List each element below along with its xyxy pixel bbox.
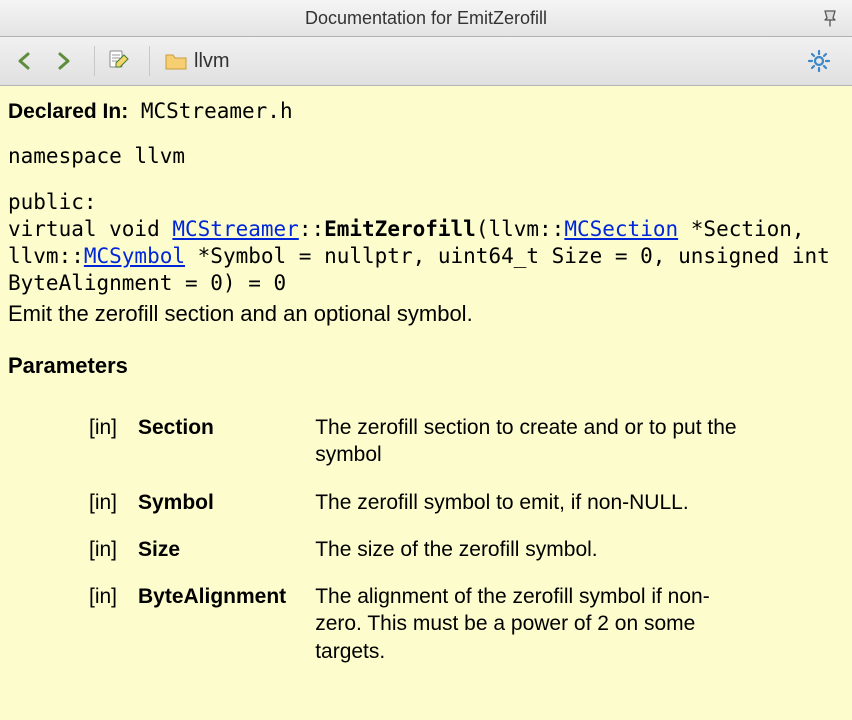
param-name: Size xyxy=(137,535,314,564)
folder-icon xyxy=(164,51,188,71)
param-name: Section xyxy=(137,413,314,470)
arrow-right-icon xyxy=(52,50,74,72)
declared-in: Declared In: MCStreamer.h xyxy=(8,98,844,125)
sig-method: EmitZerofill xyxy=(324,217,476,241)
arrow-left-icon xyxy=(14,50,36,72)
settings-button[interactable] xyxy=(804,46,834,76)
method-description: Emit the zerofill section and an optiona… xyxy=(8,300,844,329)
declared-in-value: MCStreamer.h xyxy=(141,99,293,123)
signature: virtual void MCStreamer::EmitZerofill(ll… xyxy=(8,216,844,298)
declared-in-label: Declared In: xyxy=(8,100,128,123)
breadcrumb-label: llvm xyxy=(194,50,230,73)
gear-icon xyxy=(807,49,831,73)
param-dir: [in] xyxy=(56,413,137,470)
param-dir: [in] xyxy=(56,582,137,666)
param-row: [in] ByteAlignment The alignment of the … xyxy=(56,582,765,666)
public-line: public: xyxy=(8,189,844,216)
param-name: Symbol xyxy=(137,488,314,517)
pin-button[interactable] xyxy=(818,6,842,30)
link-mcstreamer[interactable]: MCStreamer xyxy=(172,217,298,241)
edit-button[interactable] xyxy=(103,46,133,76)
param-dir: [in] xyxy=(56,535,137,564)
back-button[interactable] xyxy=(10,46,40,76)
window-title: Documentation for EmitZerofill xyxy=(305,8,547,29)
forward-button[interactable] xyxy=(48,46,78,76)
parameters-table: [in] Section The zerofill section to cre… xyxy=(56,395,765,684)
edit-page-icon xyxy=(106,49,130,73)
pin-icon xyxy=(820,8,840,28)
param-name: ByteAlignment xyxy=(137,582,314,666)
breadcrumb[interactable]: llvm xyxy=(164,50,230,73)
param-desc: The zerofill section to create and or to… xyxy=(314,413,765,470)
param-row: [in] Section The zerofill section to cre… xyxy=(56,413,765,470)
sig-sep: :: xyxy=(299,217,324,241)
param-dir: [in] xyxy=(56,488,137,517)
param-desc: The zerofill symbol to emit, if non-NULL… xyxy=(314,488,765,517)
title-bar: Documentation for EmitZerofill xyxy=(0,0,852,37)
sig-open: (llvm:: xyxy=(476,217,565,241)
content-area: Declared In: MCStreamer.h namespace llvm… xyxy=(0,86,852,692)
parameters-heading: Parameters xyxy=(8,352,844,381)
sig-prefix: virtual void xyxy=(8,217,172,241)
param-desc: The size of the zerofill symbol. xyxy=(314,535,765,564)
link-mcsection[interactable]: MCSection xyxy=(564,217,678,241)
toolbar-separator xyxy=(149,46,150,76)
param-desc: The alignment of the zerofill symbol if … xyxy=(314,582,765,666)
namespace-line: namespace llvm xyxy=(8,143,844,170)
toolbar-separator xyxy=(94,46,95,76)
param-row: [in] Symbol The zerofill symbol to emit,… xyxy=(56,488,765,517)
link-mcsymbol[interactable]: MCSymbol xyxy=(84,244,185,268)
param-row: [in] Size The size of the zerofill symbo… xyxy=(56,535,765,564)
toolbar: llvm xyxy=(0,37,852,86)
